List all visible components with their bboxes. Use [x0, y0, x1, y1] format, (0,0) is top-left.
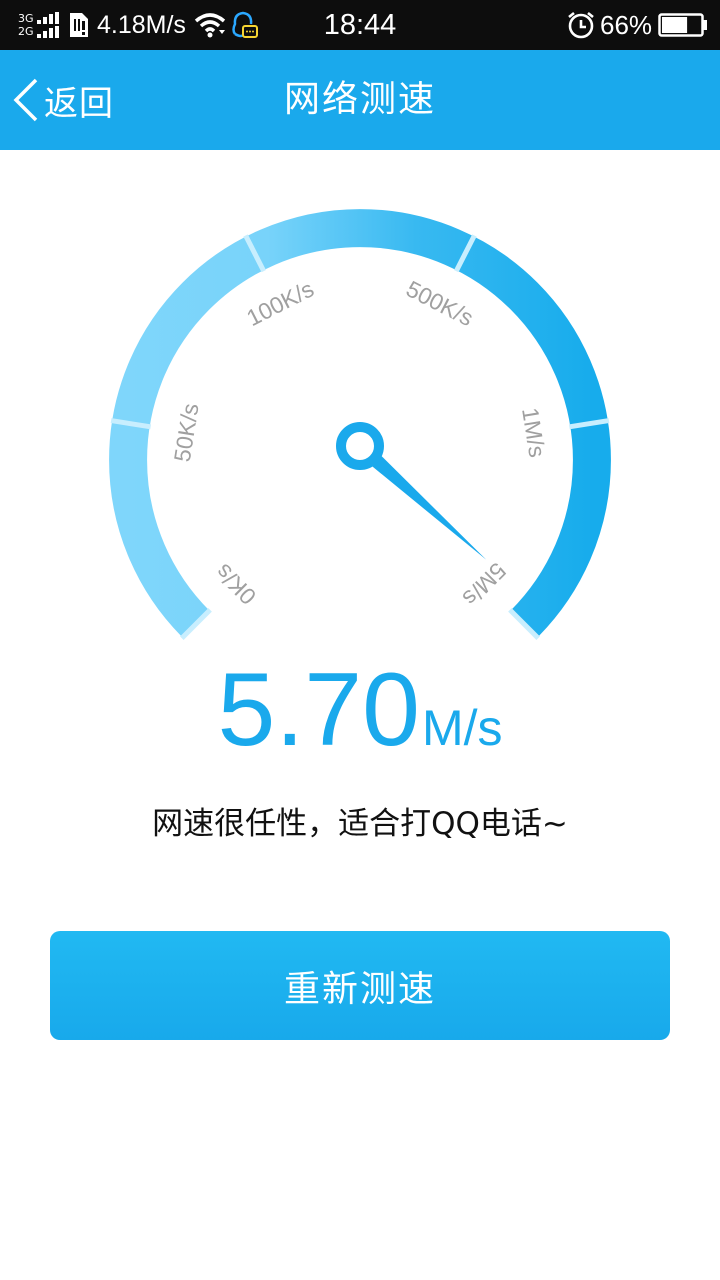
- qq-icon: [230, 0, 258, 50]
- sim-alert-icon: [68, 0, 90, 50]
- gauge-hub: [336, 422, 384, 470]
- chevron-left-icon: [13, 78, 38, 122]
- speed-readout: 5.70 M/s: [0, 655, 720, 765]
- tick-label-4: 1M/s: [517, 406, 550, 459]
- status-bar: 3G 2G 4.18M/s 18:44 66%: [0, 0, 720, 50]
- back-button[interactable]: 返回: [12, 72, 114, 128]
- app-header: 返回 网络测速: [0, 50, 720, 150]
- network-type: 3G 2G: [18, 0, 34, 50]
- speed-value: 5.70: [217, 652, 420, 768]
- tick-label-2: 100K/s: [242, 275, 318, 331]
- signal-icon: [37, 12, 59, 38]
- net-speed: 4.18M/s: [97, 10, 186, 39]
- tick-label-3: 500K/s: [402, 275, 478, 331]
- network-type-bottom: 2G: [18, 25, 34, 38]
- speed-unit: M/s: [421, 700, 503, 756]
- battery-percent: 66%: [600, 9, 653, 40]
- speed-gauge: 0K/s 50K/s 100K/s 500K/s 1M/s 5M/s: [109, 208, 611, 640]
- speed-comment: 网速很任性，适合打QQ电话~: [152, 806, 568, 842]
- tick-label-5: 5M/s: [458, 558, 512, 612]
- back-label: 返回: [44, 83, 114, 124]
- retest-button[interactable]: 重新测速: [50, 931, 670, 1040]
- tick-label-0: 0K/s: [210, 559, 261, 610]
- alarm-icon: [566, 0, 596, 50]
- battery-icon: [658, 0, 708, 50]
- wifi-icon: [194, 0, 226, 50]
- network-type-top: 3G: [18, 12, 34, 25]
- tick-label-1: 50K/s: [169, 401, 204, 463]
